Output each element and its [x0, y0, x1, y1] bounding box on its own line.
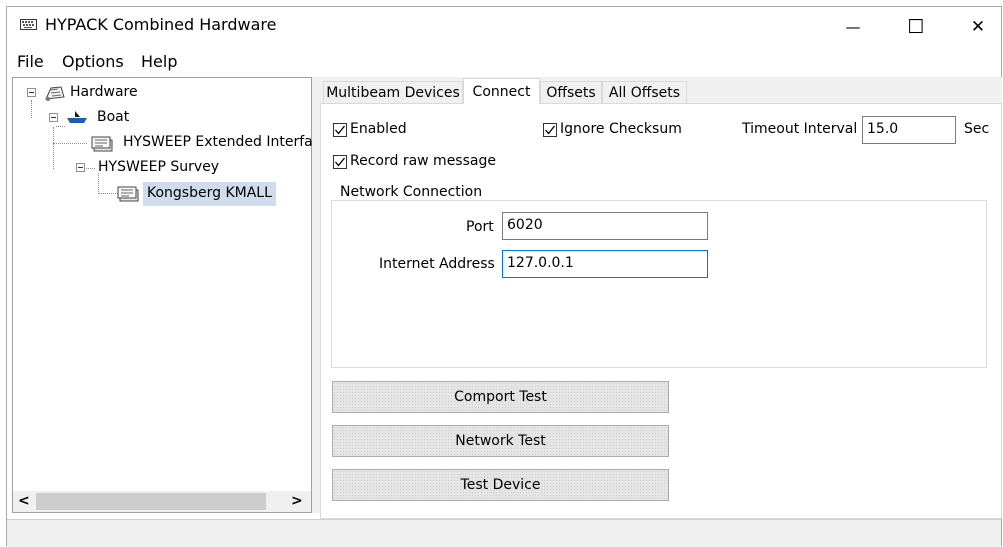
tree-item-hardware[interactable]: Hardware — [70, 84, 138, 100]
tree-connector — [53, 127, 54, 169]
boat-icon — [66, 109, 88, 129]
expand-toggle-boat[interactable] — [49, 113, 58, 122]
expand-toggle-survey[interactable] — [76, 163, 85, 172]
tab-all-offsets[interactable]: All Offsets — [602, 81, 687, 103]
internet-address-label: Internet Address — [379, 256, 495, 272]
enabled-label: Enabled — [350, 121, 407, 137]
close-button[interactable]: ✕ — [955, 7, 1001, 47]
tree-item-hysweep-survey[interactable]: HYSWEEP Survey — [98, 159, 219, 175]
tree-connector — [31, 100, 32, 118]
status-bar — [7, 519, 1001, 547]
maximize-button[interactable]: ☐ — [893, 7, 939, 47]
test-device-button[interactable]: Test Device — [332, 469, 669, 501]
tree-connector — [98, 173, 99, 194]
ignore-checksum-checkbox[interactable] — [543, 123, 557, 137]
network-test-button[interactable]: Network Test — [332, 425, 669, 457]
timeout-label: Timeout Interval — [742, 121, 858, 137]
tab-offsets[interactable]: Offsets — [540, 81, 602, 103]
tab-multibeam-devices[interactable]: Multibeam Devices — [323, 81, 463, 103]
checkmark-icon — [335, 125, 346, 135]
expand-toggle-hardware[interactable] — [27, 88, 36, 97]
tree-item-kongsberg-kmall[interactable]: Kongsberg KMALL — [147, 185, 272, 201]
tree-connector — [98, 193, 118, 194]
scroll-right-icon[interactable]: > — [291, 493, 303, 509]
timeout-unit-label: Sec — [964, 121, 990, 137]
port-label: Port — [466, 219, 494, 235]
pane-splitter[interactable] — [312, 77, 320, 513]
checkmark-icon — [545, 125, 556, 135]
keyboard-icon — [20, 18, 37, 31]
record-raw-label: Record raw message — [350, 153, 496, 169]
menu-help[interactable]: Help — [141, 52, 177, 71]
tree-item-boat[interactable]: Boat — [97, 109, 129, 125]
tree-item-hysweep-extended[interactable]: HYSWEEP Extended Interfa — [123, 134, 313, 150]
tree-connector — [53, 143, 87, 144]
network-connection-title: Network Connection — [338, 184, 485, 200]
internet-address-field[interactable]: 127.0.0.1 — [502, 250, 708, 278]
tree-connector — [56, 126, 65, 127]
minimize-button[interactable]: — — [830, 7, 876, 47]
device-icon — [91, 135, 115, 157]
scroll-left-icon[interactable]: < — [18, 493, 30, 509]
menu-options[interactable]: Options — [62, 52, 124, 71]
window-title: HYPACK Combined Hardware — [45, 15, 277, 34]
record-raw-checkbox[interactable] — [333, 155, 347, 169]
timeout-field[interactable]: 15.0 — [862, 116, 956, 144]
port-field[interactable]: 6020 — [502, 212, 708, 240]
menu-file[interactable]: File — [17, 52, 44, 71]
checkmark-icon — [335, 157, 346, 167]
tab-connect[interactable]: Connect — [463, 78, 540, 104]
device-icon — [117, 185, 141, 207]
close-icon: ✕ — [970, 17, 986, 37]
minimize-icon: — — [845, 18, 861, 36]
scrollbar-thumb[interactable] — [36, 493, 266, 510]
maximize-icon: ☐ — [907, 16, 925, 38]
hardware-icon — [44, 84, 66, 106]
enabled-checkbox[interactable] — [333, 123, 347, 137]
ignore-checksum-label: Ignore Checksum — [560, 121, 682, 137]
comport-test-button[interactable]: Comport Test — [332, 381, 669, 413]
